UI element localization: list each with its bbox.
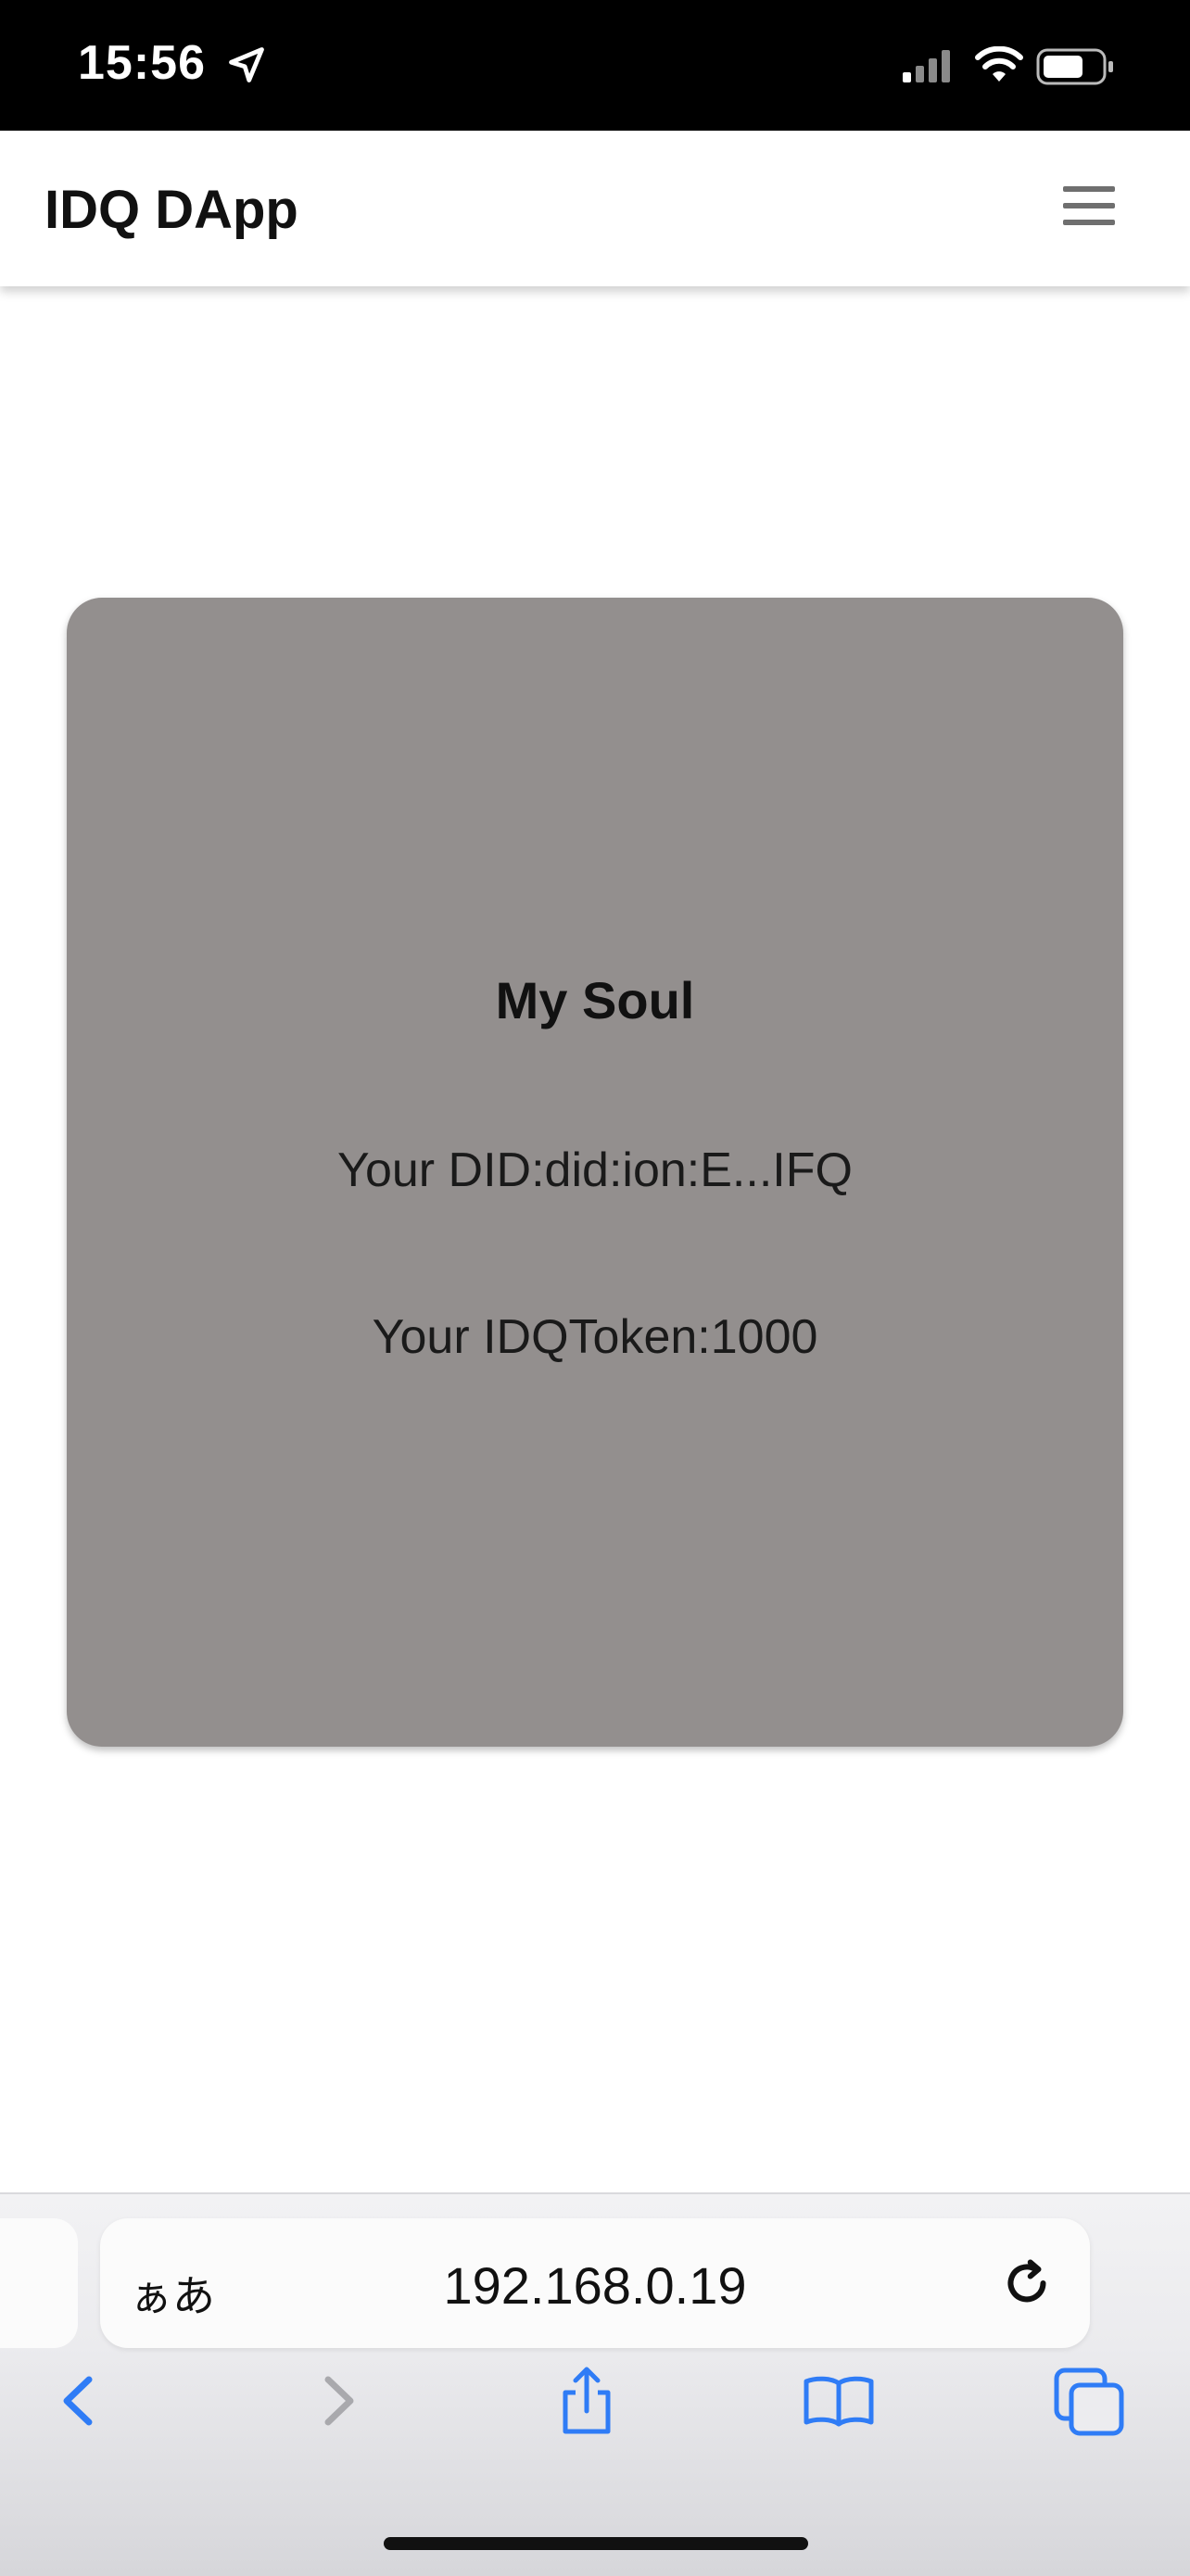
back-chevron-icon[interactable] <box>37 2359 120 2443</box>
brand-title[interactable]: IDQ DApp <box>44 179 298 241</box>
address-bar[interactable]: ぁあ 192.168.0.19 <box>100 2218 1090 2348</box>
previous-tab-preview[interactable] <box>0 2218 78 2348</box>
navbar: IDQ DApp <box>0 131 1190 286</box>
wifi-icon <box>975 46 1023 82</box>
browser-toolbar: ぁあ 192.168.0.19 <box>0 2192 1190 2576</box>
hamburger-menu-icon[interactable] <box>1053 186 1125 233</box>
share-icon[interactable] <box>545 2359 628 2443</box>
url-text[interactable]: 192.168.0.19 <box>100 2255 1090 2316</box>
did-text: Your DID:did:ion:E...IFQ <box>337 1143 853 1197</box>
cellular-signal-icon <box>903 50 950 82</box>
battery-icon <box>1036 48 1113 85</box>
location-arrow-icon <box>229 47 264 82</box>
tabs-icon[interactable] <box>1047 2359 1131 2443</box>
soul-card: My Soul Your DID:did:ion:E...IFQ Your ID… <box>67 598 1123 1747</box>
status-bar: 15:56 <box>0 0 1190 131</box>
card-title: My Soul <box>495 971 695 1029</box>
reload-icon[interactable] <box>999 2255 1055 2311</box>
bookmarks-icon[interactable] <box>797 2359 880 2443</box>
status-time: 15:56 <box>78 36 206 90</box>
forward-chevron-icon[interactable] <box>297 2359 380 2443</box>
token-text: Your IDQToken:1000 <box>372 1310 818 1364</box>
home-indicator <box>384 2537 808 2550</box>
